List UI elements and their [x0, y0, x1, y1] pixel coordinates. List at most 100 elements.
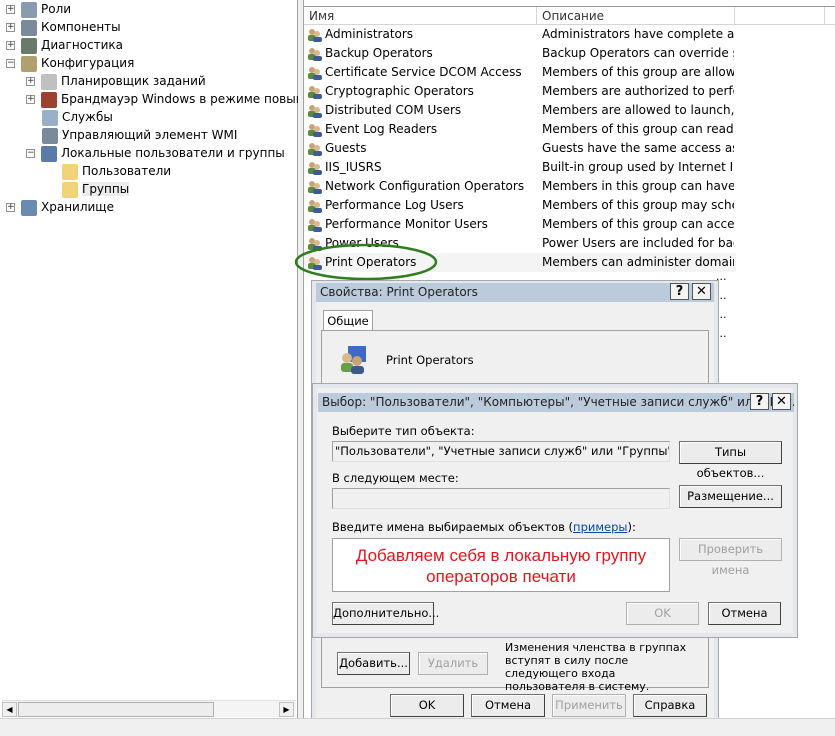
- column-description-header[interactable]: Описание: [537, 7, 735, 25]
- table-row[interactable]: IIS_IUSRS Built-in group used by Internet…: [304, 158, 736, 177]
- group-icon: [308, 162, 322, 175]
- location-field: [332, 488, 670, 509]
- names-label: Введите имена выбираемых объектов (приме…: [332, 520, 636, 534]
- node-icon: [21, 19, 37, 36]
- object-type-field: "Пользователи", "Учетные записи служб" и…: [332, 441, 670, 462]
- table-row[interactable]: Distributed COM Users Members are allowed…: [304, 101, 736, 120]
- node-icon: [41, 73, 57, 90]
- tree-item[interactable]: + Брандмауэр Windows в режиме повышенн: [26, 90, 330, 108]
- expand-icon[interactable]: +: [6, 41, 15, 50]
- group-description: Members of this group can read e...: [542, 122, 734, 136]
- group-icon: [341, 346, 366, 374]
- examples-link[interactable]: примеры: [573, 520, 627, 534]
- column-extra-header[interactable]: [735, 7, 825, 25]
- close-button[interactable]: ✕: [692, 283, 711, 300]
- expand-icon[interactable]: +: [6, 203, 15, 212]
- add-button[interactable]: Добавить...: [337, 652, 410, 675]
- group-name: Cryptographic Operators: [325, 84, 474, 98]
- group-description: Members can administer domain ...: [542, 255, 734, 269]
- cancel-button[interactable]: Отмена: [708, 602, 781, 625]
- group-name: Distributed COM Users: [325, 103, 462, 117]
- group-name: Performance Log Users: [325, 198, 464, 212]
- status-bar: [0, 718, 835, 736]
- group-icon: [308, 105, 322, 118]
- remove-button[interactable]: Удалить: [418, 652, 488, 675]
- node-icon: [21, 199, 37, 216]
- help-button[interactable]: ?: [670, 283, 689, 300]
- tree-item-label: Планировщик заданий: [61, 74, 206, 88]
- tree-item-label: Группы: [82, 182, 130, 196]
- table-row[interactable]: Performance Monitor Users Members of this…: [304, 215, 736, 234]
- help-button[interactable]: ?: [750, 393, 769, 410]
- close-button[interactable]: ✕: [772, 393, 791, 410]
- group-name: IIS_IUSRS: [325, 160, 382, 174]
- group-description: Administrators have complete an...: [542, 27, 734, 41]
- apply-button[interactable]: Применить: [552, 694, 626, 717]
- column-name-header[interactable]: Имя: [304, 7, 537, 25]
- check-names-button[interactable]: Проверить имена: [679, 538, 782, 577]
- table-row[interactable]: Event Log Readers Members of this group c…: [304, 120, 736, 139]
- expand-icon[interactable]: +: [6, 5, 15, 14]
- table-row[interactable]: Guests Guests have the same access as m..…: [304, 139, 736, 158]
- help-dialog-button[interactable]: Справка: [633, 694, 707, 717]
- expand-icon[interactable]: +: [26, 95, 35, 104]
- tree-item[interactable]: + Хранилище: [6, 198, 114, 216]
- table-row[interactable]: Backup Operators Backup Operators can ove…: [304, 44, 736, 63]
- tree-item[interactable]: − Конфигурация: [6, 54, 134, 72]
- tree-item[interactable]: Пользователи: [62, 162, 171, 180]
- tree-item-label: Управляющий элемент WMI: [62, 128, 238, 142]
- group-description: Members of this group may sche...: [542, 198, 734, 212]
- object-types-button[interactable]: Типы объектов...: [679, 441, 782, 480]
- group-name: Event Log Readers: [325, 122, 438, 136]
- group-name: Performance Monitor Users: [325, 217, 488, 231]
- tree-item[interactable]: Службы: [42, 108, 113, 126]
- highlight-ellipse: [294, 243, 438, 281]
- advanced-button[interactable]: Дополнительно...: [332, 602, 439, 625]
- expand-icon[interactable]: +: [6, 23, 15, 32]
- tree-item-label: Службы: [62, 110, 113, 124]
- scroll-right-button[interactable]: ▶: [279, 702, 294, 717]
- table-row[interactable]: Network Configuration Operators Members i…: [304, 177, 736, 196]
- scrollbar-thumb[interactable]: [18, 702, 214, 717]
- tree-item-label: Диагностика: [41, 38, 124, 52]
- properties-title: Свойства: Print Operators: [316, 283, 714, 302]
- tree-item-label: Хранилище: [41, 200, 114, 214]
- group-description: Guests have the same access as m...: [542, 141, 734, 155]
- group-icon: [308, 219, 322, 232]
- scroll-left-button[interactable]: ◀: [2, 702, 17, 717]
- cancel-button[interactable]: Отмена: [471, 694, 545, 717]
- tree-horizontal-scrollbar[interactable]: ◀ ▶: [2, 700, 296, 717]
- tree-item[interactable]: Управляющий элемент WMI: [42, 126, 237, 144]
- table-row[interactable]: Administrators Administrators have comple…: [304, 25, 736, 44]
- group-description: Members of this group can acces...: [542, 217, 734, 231]
- group-icon: [308, 181, 322, 194]
- list-header: Имя Описание: [304, 6, 835, 25]
- table-row[interactable]: Performance Log Users Members of this gro…: [304, 196, 736, 215]
- tree-item[interactable]: − Локальные пользователи и группы: [26, 144, 285, 162]
- group-name: Administrators: [325, 27, 414, 41]
- node-icon: [21, 37, 37, 54]
- ok-button[interactable]: OK: [626, 602, 699, 625]
- expand-icon[interactable]: +: [26, 77, 35, 86]
- group-description: Power Users are included for back...: [542, 236, 734, 250]
- collapse-icon[interactable]: −: [26, 149, 35, 158]
- collapse-icon[interactable]: −: [6, 59, 15, 68]
- folder-icon: [62, 163, 78, 180]
- tree-item[interactable]: Группы: [62, 180, 130, 198]
- group-icon: [308, 86, 322, 99]
- tree-item-label: Роли: [41, 2, 72, 16]
- table-row[interactable]: Cryptographic Operators Members are autho…: [304, 82, 736, 101]
- select-title: Выбор: "Пользователи", "Компьютеры", "Уч…: [318, 393, 794, 412]
- tree-item[interactable]: + Компоненты: [6, 18, 121, 36]
- locations-button[interactable]: Размещение...: [679, 485, 782, 508]
- tree-item[interactable]: + Планировщик заданий: [26, 72, 206, 90]
- table-row[interactable]: Certificate Service DCOM Access Members o…: [304, 63, 736, 82]
- group-description: Backup Operators can override se...: [542, 46, 734, 60]
- object-names-input[interactable]: Добавляем себя в локальную группу операт…: [332, 538, 670, 592]
- tab-general[interactable]: Общие: [323, 310, 373, 331]
- tree-item[interactable]: + Диагностика: [6, 36, 123, 54]
- ok-button[interactable]: OK: [390, 694, 464, 717]
- group-icon: [308, 48, 322, 61]
- tree-item[interactable]: + Роли: [6, 0, 71, 18]
- object-type-label: Выберите тип объекта:: [332, 424, 475, 438]
